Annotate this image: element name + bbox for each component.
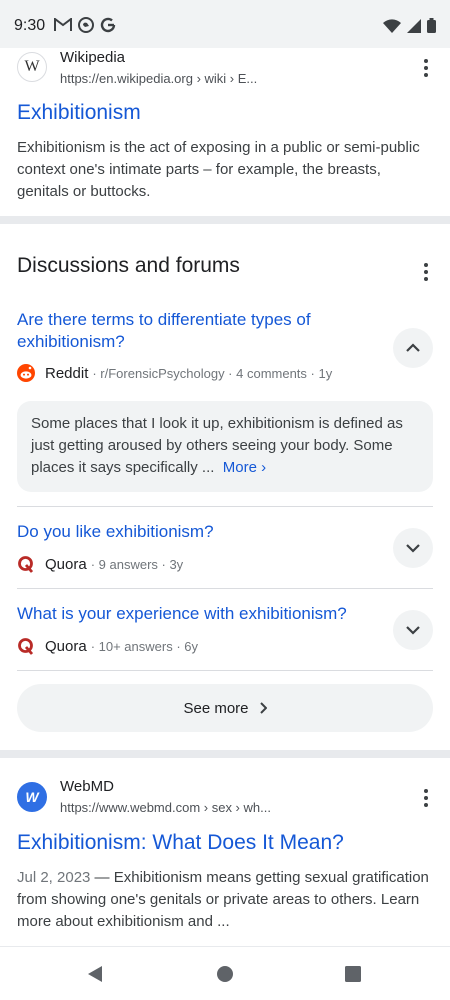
webmd-logo[interactable]: W [17, 782, 47, 812]
status-time: 9:30 [14, 17, 46, 34]
source-name[interactable]: Wikipedia [60, 49, 125, 66]
forum-question-link[interactable]: Do you like exhibitionism? [17, 521, 377, 543]
expand-button[interactable] [393, 610, 433, 650]
quora-icon [18, 638, 34, 655]
home-icon[interactable] [217, 966, 233, 982]
more-options-icon[interactable] [416, 56, 436, 80]
forum-meta-text: · 10+ answers · 6y [90, 638, 198, 654]
wifi-icon [383, 18, 401, 33]
more-label: More [222, 459, 257, 476]
more-link[interactable]: More › [219, 459, 267, 476]
section-options-icon[interactable] [416, 260, 436, 284]
item-divider [17, 670, 433, 671]
result-snippet: Jul 2, 2023 — Exhibitionism means gettin… [17, 867, 435, 933]
chevron-right-icon: › [261, 459, 267, 476]
see-more-label: See more [183, 699, 249, 717]
item-divider [17, 588, 433, 589]
result-date: Jul 2, 2023 [17, 869, 91, 886]
status-bar: 9:30 [0, 0, 450, 48]
forum-source: Quora · 9 answers · 3y [17, 555, 183, 573]
result-snippet: Exhibitionism is the act of exposing in … [17, 139, 420, 200]
forum-source: Quora · 10+ answers · 6y [17, 637, 198, 655]
more-options-icon[interactable] [416, 786, 436, 810]
result-title-link[interactable]: Exhibitionism [17, 101, 141, 125]
section-divider [0, 750, 450, 758]
see-more-button[interactable]: See more [17, 684, 433, 732]
source-site[interactable]: Quora [45, 556, 87, 573]
recents-icon[interactable] [345, 966, 361, 982]
chevron-right-icon [259, 702, 267, 714]
reddit-icon [17, 364, 35, 382]
source-site[interactable]: Quora [45, 638, 87, 655]
section-divider [0, 216, 450, 224]
chevron-down-icon [406, 626, 420, 635]
item-divider [17, 506, 433, 507]
source-site[interactable]: Reddit [45, 365, 88, 382]
signal-icon [407, 18, 421, 33]
result-title-link[interactable]: Exhibitionism: What Does It Mean? [17, 831, 344, 855]
location-icon [78, 17, 94, 33]
collapse-button[interactable] [393, 328, 433, 368]
source-url[interactable]: https://en.wikipedia.org › wiki › E... [60, 71, 257, 86]
forum-question-link[interactable]: Are there terms to differentiate types o… [17, 309, 377, 353]
chevron-up-icon [406, 343, 420, 352]
forum-excerpt: Some places that I look it up, exhibitio… [17, 401, 433, 492]
google-icon [100, 17, 116, 33]
forum-question-link[interactable]: What is your experience with exhibitioni… [17, 603, 377, 625]
quora-icon [18, 556, 34, 573]
section-title: Discussions and forums [17, 254, 240, 277]
forum-meta-text: · r/ForensicPsychology · 4 comments · 1y [92, 365, 333, 381]
gmail-icon [54, 18, 72, 31]
forum-source: Reddit · r/ForensicPsychology · 4 commen… [17, 364, 332, 382]
battery-icon [427, 18, 436, 33]
source-name[interactable]: WebMD [60, 778, 114, 795]
wikipedia-result: W Wikipedia https://en.wikipedia.org › w… [0, 48, 450, 216]
expand-button[interactable] [393, 528, 433, 568]
wikipedia-logo[interactable]: W [17, 52, 47, 82]
chevron-down-icon [406, 544, 420, 553]
forum-meta-text: · 9 answers · 3y [90, 556, 184, 572]
back-icon[interactable] [86, 965, 104, 983]
excerpt-text: Some places that I look it up, exhibitio… [31, 415, 403, 476]
navigation-bar [0, 946, 450, 1000]
source-url[interactable]: https://www.webmd.com › sex › wh... [60, 800, 271, 815]
